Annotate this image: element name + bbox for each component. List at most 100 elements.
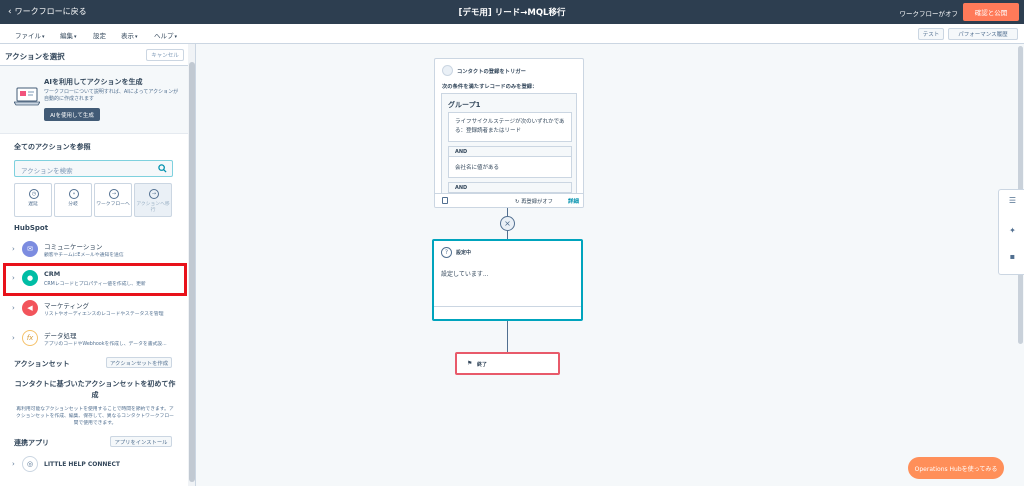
category-desc: 顧客やチームにEメールや通知を送信 bbox=[44, 253, 124, 258]
tile-go-to-workflow[interactable]: → ワークフローへ bbox=[94, 183, 132, 217]
app-little-help-connect[interactable]: › ◎ LITTLE HELP CONNECT bbox=[0, 452, 188, 478]
arrow-right-icon: → bbox=[149, 189, 159, 199]
action-search-input[interactable]: アクションを検索 bbox=[14, 160, 173, 177]
action-setting-card[interactable]: ? 設定中 設定しています... bbox=[432, 239, 583, 321]
hubspot-heading: HubSpot bbox=[14, 224, 49, 232]
trigger-footer: ↻ 再登録がオフ 詳細 bbox=[435, 193, 583, 207]
ai-generate-section: AIを利用してアクションを生成 ワークフローについて説明すれば、AIによってアク… bbox=[0, 66, 188, 134]
category-data-processing[interactable]: › fx データ処理 アプリのコードやWebhookを作成し、データを書式設..… bbox=[0, 326, 188, 352]
end-card[interactable]: ⚑ 終了 bbox=[455, 352, 560, 375]
question-icon: ? bbox=[441, 247, 452, 258]
action-panel: アクションを選択 キャンセル AIを利用してアクションを生成 ワークフローについ… bbox=[0, 44, 196, 486]
menu-view[interactable]: 表示▾ bbox=[121, 30, 138, 40]
operations-hub-button[interactable]: Operations Hubを使ってみる bbox=[908, 457, 1004, 479]
action-sets-description: 再利用可能なアクションセットを使用することで時間を節約できます。アクションセット… bbox=[16, 407, 174, 426]
function-icon: fx bbox=[22, 330, 38, 346]
category-title: マーケティング bbox=[44, 302, 89, 310]
right-tool-rail: ☰ ✦ ▪ bbox=[998, 189, 1024, 275]
sparkle-icon[interactable]: ✦ bbox=[1008, 226, 1017, 235]
crm-highlight-box bbox=[3, 263, 187, 296]
category-title: データ処理 bbox=[44, 332, 77, 340]
category-title: コミュニケーション bbox=[44, 243, 103, 251]
menu-help-label: ヘルプ bbox=[154, 32, 174, 40]
menu-settings[interactable]: 設定 bbox=[93, 30, 106, 40]
create-action-set-button[interactable]: アクションセットを作成 bbox=[106, 357, 172, 368]
arrow-right-icon: → bbox=[109, 189, 119, 199]
connected-apps-heading: 連携アプリ bbox=[14, 439, 49, 447]
trigger-title: コンタクトの登録をトリガー bbox=[457, 69, 526, 75]
group-title: グループ1 bbox=[448, 101, 481, 109]
performance-history-button[interactable]: パフォーマンス履歴 bbox=[948, 28, 1018, 40]
and-label: AND bbox=[449, 183, 571, 193]
menu-file[interactable]: ファイル▾ bbox=[15, 30, 45, 40]
menu-settings-label: 設定 bbox=[93, 32, 106, 40]
workflow-title[interactable]: [デモ用] リード→MQL移行 bbox=[0, 6, 1024, 18]
comment-icon[interactable]: ▪ bbox=[1008, 252, 1017, 261]
menu-lines-icon[interactable]: ☰ bbox=[1008, 196, 1017, 205]
chevron-down-icon: ▾ bbox=[135, 34, 138, 40]
connector-line bbox=[507, 208, 508, 216]
ai-generate-button[interactable]: AIを使用して生成 bbox=[44, 108, 100, 121]
search-icon bbox=[158, 164, 167, 173]
action-sets-title: コンタクトに基づいたアクションセットを初めて作成 bbox=[14, 380, 176, 399]
setting-text: 設定しています... bbox=[441, 271, 489, 278]
and-label: AND bbox=[449, 147, 571, 157]
menu-edit[interactable]: 編集▾ bbox=[60, 30, 77, 40]
search-placeholder: アクションを検索 bbox=[21, 167, 73, 175]
filter-group: グループ1 ライフサイクルステージが次のいずれかである：登録読者またはリード A… bbox=[441, 93, 577, 207]
ai-title: AIを利用してアクションを生成 bbox=[44, 78, 143, 86]
tile-go-to-action[interactable]: → アクションへ移行 bbox=[134, 183, 172, 217]
contact-icon bbox=[442, 65, 453, 76]
test-button[interactable]: テスト bbox=[918, 28, 944, 40]
category-desc: アプリのコードやWebhookを作成し、データを書式設... bbox=[44, 342, 167, 347]
panel-scroll-thumb[interactable] bbox=[189, 62, 195, 482]
panel-scrollbar[interactable] bbox=[188, 44, 195, 486]
ai-description: ワークフローについて説明すれば、AIによってアクションが自動的に作成されます bbox=[44, 89, 179, 102]
delay-icon: ◷ bbox=[29, 189, 39, 199]
menu-bar: ファイル▾ 編集▾ 設定 表示▾ ヘルプ▾ テスト パフォーマンス履歴 bbox=[0, 24, 1024, 44]
panel-title: アクションを選択 bbox=[5, 52, 65, 61]
end-label: 終了 bbox=[477, 362, 488, 368]
chevron-down-icon: ▾ bbox=[74, 34, 77, 40]
filter-condition[interactable]: AND 会社名に値がある bbox=[448, 146, 572, 178]
laptop-illustration-icon bbox=[14, 87, 40, 106]
tile-go-to-workflow-label: ワークフローへ bbox=[96, 202, 130, 207]
remove-action-icon[interactable]: × bbox=[500, 216, 515, 231]
condition-text: ライフサイクルステージが次のいずれかである：登録読者またはリード bbox=[455, 119, 565, 134]
enrollment-trigger-card[interactable]: コンタクトの登録をトリガー 次の条件を満たすレコードのみを登録： グループ1 ラ… bbox=[434, 58, 584, 208]
chevron-right-icon: › bbox=[12, 304, 15, 312]
cancel-button[interactable]: キャンセル bbox=[146, 49, 184, 61]
chevron-down-icon: ▾ bbox=[42, 34, 45, 40]
chevron-right-icon: › bbox=[12, 245, 15, 253]
chevron-right-icon: › bbox=[12, 460, 15, 468]
app-logo-icon: ◎ bbox=[22, 456, 38, 472]
trigger-subtitle: 次の条件を満たすレコードのみを登録： bbox=[442, 84, 538, 90]
tile-delay[interactable]: ◷ 遅延 bbox=[14, 183, 52, 217]
connector-line bbox=[507, 231, 508, 239]
menu-view-label: 表示 bbox=[121, 32, 134, 40]
install-app-button[interactable]: アプリをインストール bbox=[110, 436, 172, 447]
category-communication[interactable]: › ✉ コミュニケーション 顧客やチームにEメールや通知を送信 bbox=[0, 237, 188, 263]
trigger-details-link[interactable]: 詳細 bbox=[568, 197, 579, 205]
filter-condition[interactable]: ライフサイクルステージが次のいずれかである：登録読者またはリード bbox=[448, 112, 572, 142]
top-bar: ‹ ワークフローに戻る [デモ用] リード→MQL移行 ワークフローがオフ 確認… bbox=[0, 0, 1024, 24]
setting-footer bbox=[434, 306, 581, 319]
menu-help[interactable]: ヘルプ▾ bbox=[154, 30, 177, 40]
chevron-right-icon: › bbox=[12, 334, 15, 342]
flag-icon: ⚑ bbox=[467, 360, 473, 367]
review-publish-button[interactable]: 確認と公開 bbox=[963, 3, 1019, 21]
envelope-icon: ✉ bbox=[22, 241, 38, 257]
workflow-canvas[interactable]: コンタクトの登録をトリガー 次の条件を満たすレコードのみを登録： グループ1 ラ… bbox=[196, 44, 1024, 486]
tile-branch[interactable]: ⑂ 分岐 bbox=[54, 183, 92, 217]
tile-delay-label: 遅延 bbox=[28, 202, 38, 207]
menu-file-label: ファイル bbox=[15, 32, 41, 40]
action-sets-heading: アクションセット bbox=[14, 360, 70, 368]
chevron-down-icon: ▾ bbox=[174, 34, 178, 40]
reenrollment-toggle[interactable]: ↻ 再登録がオフ bbox=[515, 197, 553, 205]
trash-icon[interactable] bbox=[442, 197, 448, 204]
tile-go-to-action-label: アクションへ移行 bbox=[136, 202, 170, 213]
setting-title: 設定中 bbox=[456, 250, 472, 256]
menu-edit-label: 編集 bbox=[60, 32, 73, 40]
category-marketing[interactable]: › ◀ マーケティング リストやオーディエンスのレコードやステータスを管理 bbox=[0, 296, 188, 322]
branch-icon: ⑂ bbox=[69, 189, 79, 199]
